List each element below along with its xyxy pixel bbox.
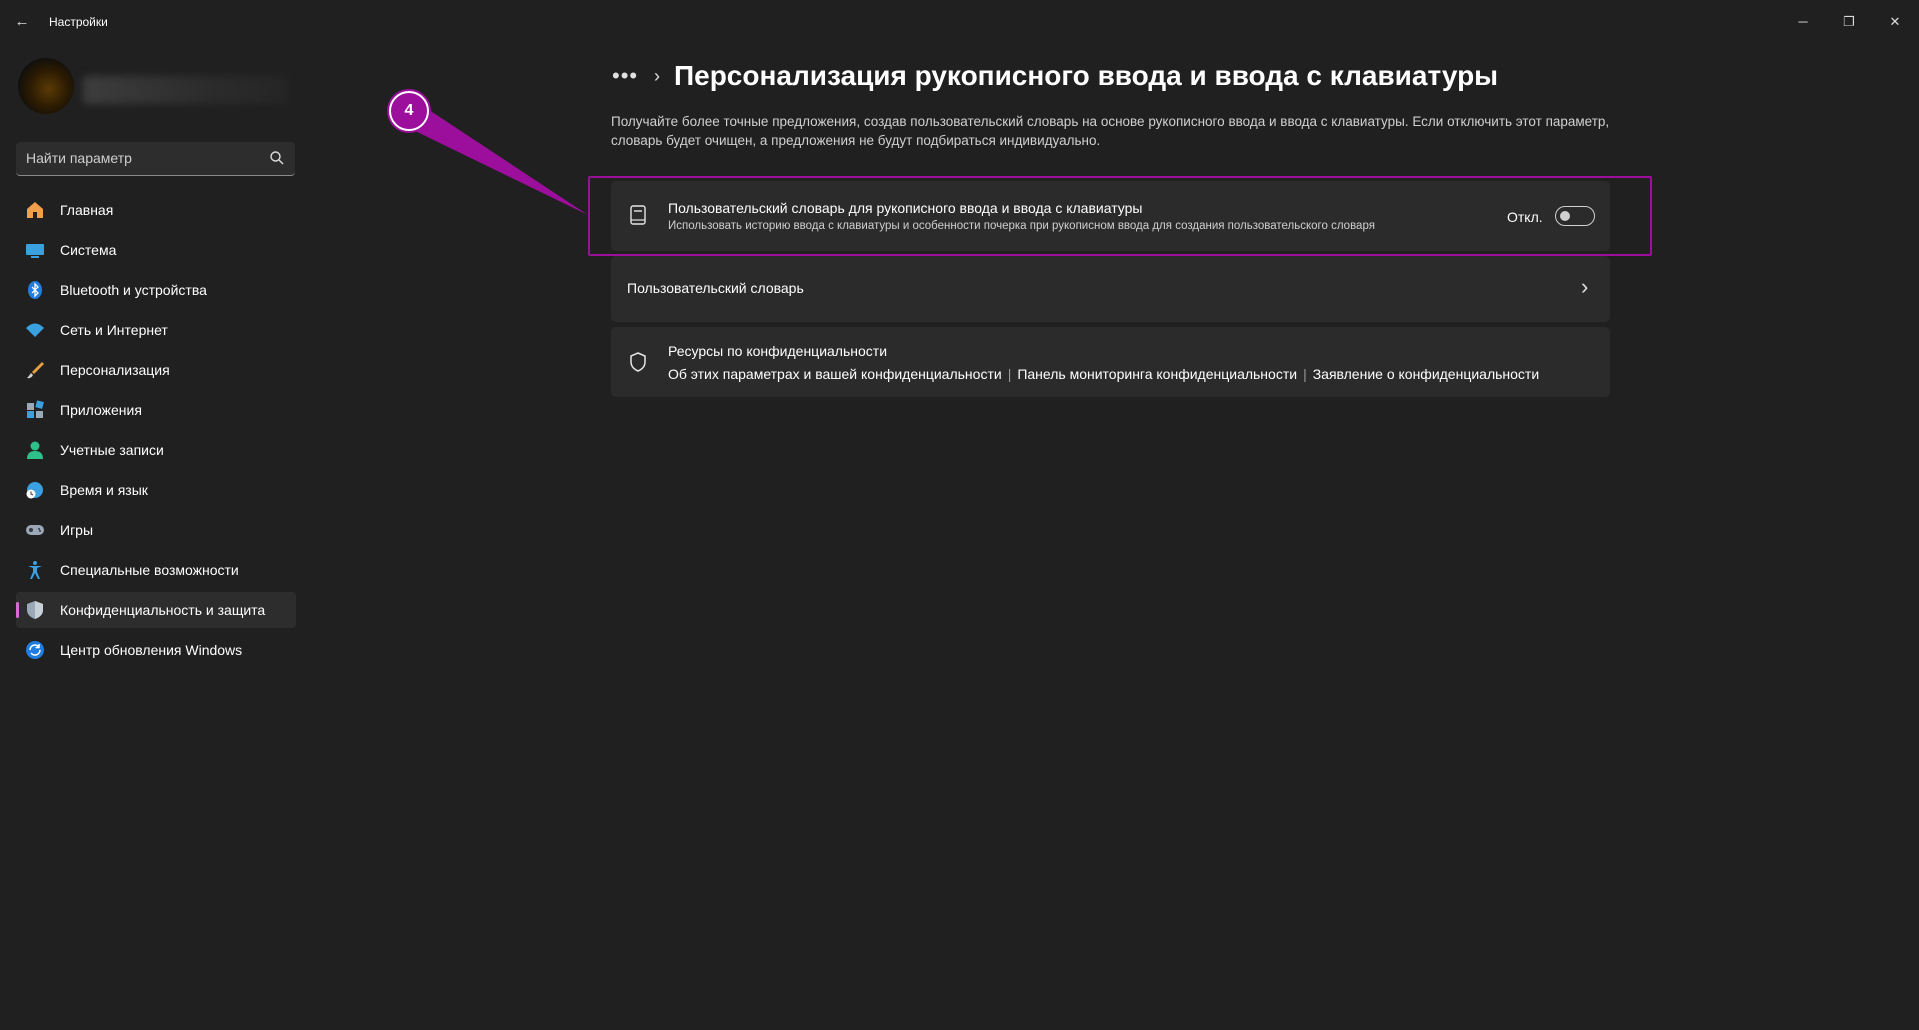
sidebar-item-label: Конфиденциальность и защита bbox=[60, 602, 266, 618]
step-number-badge: 4 bbox=[389, 91, 429, 131]
accessibility-icon bbox=[24, 559, 46, 581]
link-about-settings[interactable]: Об этих параметрах и вашей конфиденциаль… bbox=[668, 366, 1002, 382]
sidebar-item-label: Специальные возможности bbox=[60, 562, 239, 578]
sidebar-item-label: Персонализация bbox=[60, 362, 170, 378]
sidebar-item-windows-update[interactable]: Центр обновления Windows bbox=[16, 632, 296, 668]
sidebar-item-home[interactable]: Главная bbox=[16, 192, 296, 228]
bluetooth-icon bbox=[24, 279, 46, 301]
setting-description: Использовать историю ввода с клавиатуры … bbox=[668, 220, 1375, 232]
chevron-right-icon: › bbox=[1581, 274, 1589, 299]
apps-icon bbox=[24, 399, 46, 421]
title-bar: ← Настройки ─ ❐ ✕ bbox=[0, 0, 1919, 46]
account-icon bbox=[24, 439, 46, 461]
link-separator: | bbox=[1303, 366, 1307, 382]
privacy-links: Об этих параметрах и вашей конфиденциаль… bbox=[668, 366, 1539, 382]
sidebar-item-personalization[interactable]: Персонализация bbox=[16, 352, 296, 388]
sidebar-item-label: Система bbox=[60, 242, 117, 258]
search-box bbox=[16, 142, 295, 176]
sidebar: Главная Система Bluetooth и устройства С… bbox=[0, 46, 300, 1026]
minimize-icon[interactable]: ─ bbox=[1780, 8, 1826, 36]
globe-clock-icon bbox=[24, 479, 46, 501]
sidebar-item-apps[interactable]: Приложения bbox=[16, 392, 296, 428]
blurred-account-info bbox=[83, 76, 288, 104]
search-input[interactable] bbox=[16, 142, 256, 174]
user-dictionary-card[interactable]: Пользовательский словарь › bbox=[611, 256, 1610, 322]
sidebar-item-accounts[interactable]: Учетные записи bbox=[16, 432, 296, 468]
sidebar-item-gaming[interactable]: Игры bbox=[16, 512, 296, 548]
sidebar-item-privacy-security[interactable]: Конфиденциальность и защита bbox=[16, 592, 296, 628]
link-privacy-dashboard[interactable]: Панель мониторинга конфиденциальности bbox=[1017, 366, 1297, 382]
breadcrumb-chevron-icon: › bbox=[654, 65, 660, 86]
sidebar-item-time-language[interactable]: Время и язык bbox=[16, 472, 296, 508]
avatar bbox=[18, 58, 74, 114]
toggle-state-label: Откл. bbox=[1507, 209, 1543, 225]
privacy-resources-title: Ресурсы по конфиденциальности bbox=[668, 343, 888, 359]
dictionary-toggle[interactable] bbox=[1555, 206, 1595, 226]
sidebar-item-label: Сеть и Интернет bbox=[60, 322, 168, 338]
back-arrow-icon[interactable]: ← bbox=[12, 12, 32, 32]
monitor-icon bbox=[24, 239, 46, 261]
sidebar-item-bluetooth[interactable]: Bluetooth и устройства bbox=[16, 272, 296, 308]
brush-icon bbox=[24, 359, 46, 381]
link-separator: | bbox=[1007, 366, 1012, 382]
gamepad-icon bbox=[24, 519, 46, 541]
breadcrumb-more-icon[interactable]: ••• bbox=[612, 63, 644, 89]
sidebar-item-label: Главная bbox=[60, 202, 114, 218]
privacy-resources-card: Ресурсы по конфиденциальности Об этих па… bbox=[611, 327, 1610, 397]
page-description: Получайте более точные предложения, созд… bbox=[611, 114, 1610, 148]
sidebar-item-label: Bluetooth и устройства bbox=[60, 282, 207, 298]
breadcrumb: ••• › Персонализация рукописного ввода и… bbox=[612, 56, 1498, 96]
sidebar-item-label: Время и язык bbox=[60, 482, 148, 498]
shield-outline-icon bbox=[630, 352, 646, 372]
sidebar-item-accessibility[interactable]: Специальные возможности bbox=[16, 552, 296, 588]
setting-title: Пользовательский словарь для рукописного… bbox=[668, 200, 1143, 216]
close-icon[interactable]: ✕ bbox=[1872, 8, 1918, 36]
link-privacy-statement[interactable]: Заявление о конфиденциальности bbox=[1313, 366, 1539, 382]
shield-icon bbox=[24, 599, 46, 621]
sidebar-nav: Главная Система Bluetooth и устройства С… bbox=[16, 192, 296, 672]
user-dictionary-label: Пользовательский словарь bbox=[627, 280, 804, 296]
page-title: Персонализация рукописного ввода и ввода… bbox=[674, 60, 1499, 91]
sidebar-item-label: Приложения bbox=[60, 402, 142, 418]
sidebar-item-system[interactable]: Система bbox=[16, 232, 296, 268]
dictionary-book-icon bbox=[630, 205, 646, 225]
update-icon bbox=[24, 639, 46, 661]
sidebar-item-label: Учетные записи bbox=[60, 442, 164, 458]
maximize-icon[interactable]: ❐ bbox=[1826, 8, 1872, 36]
search-icon[interactable] bbox=[269, 150, 285, 166]
home-icon bbox=[24, 199, 46, 221]
dictionary-setting-card: Пользовательский словарь для рукописного… bbox=[611, 181, 1610, 251]
sidebar-item-label: Игры bbox=[60, 522, 94, 538]
toggle-knob bbox=[1560, 211, 1570, 221]
sidebar-item-network[interactable]: Сеть и Интернет bbox=[16, 312, 296, 348]
sidebar-item-label: Центр обновления Windows bbox=[60, 642, 243, 658]
app-title: Настройки bbox=[49, 15, 108, 29]
user-profile[interactable] bbox=[18, 58, 298, 118]
wifi-icon bbox=[24, 319, 46, 341]
